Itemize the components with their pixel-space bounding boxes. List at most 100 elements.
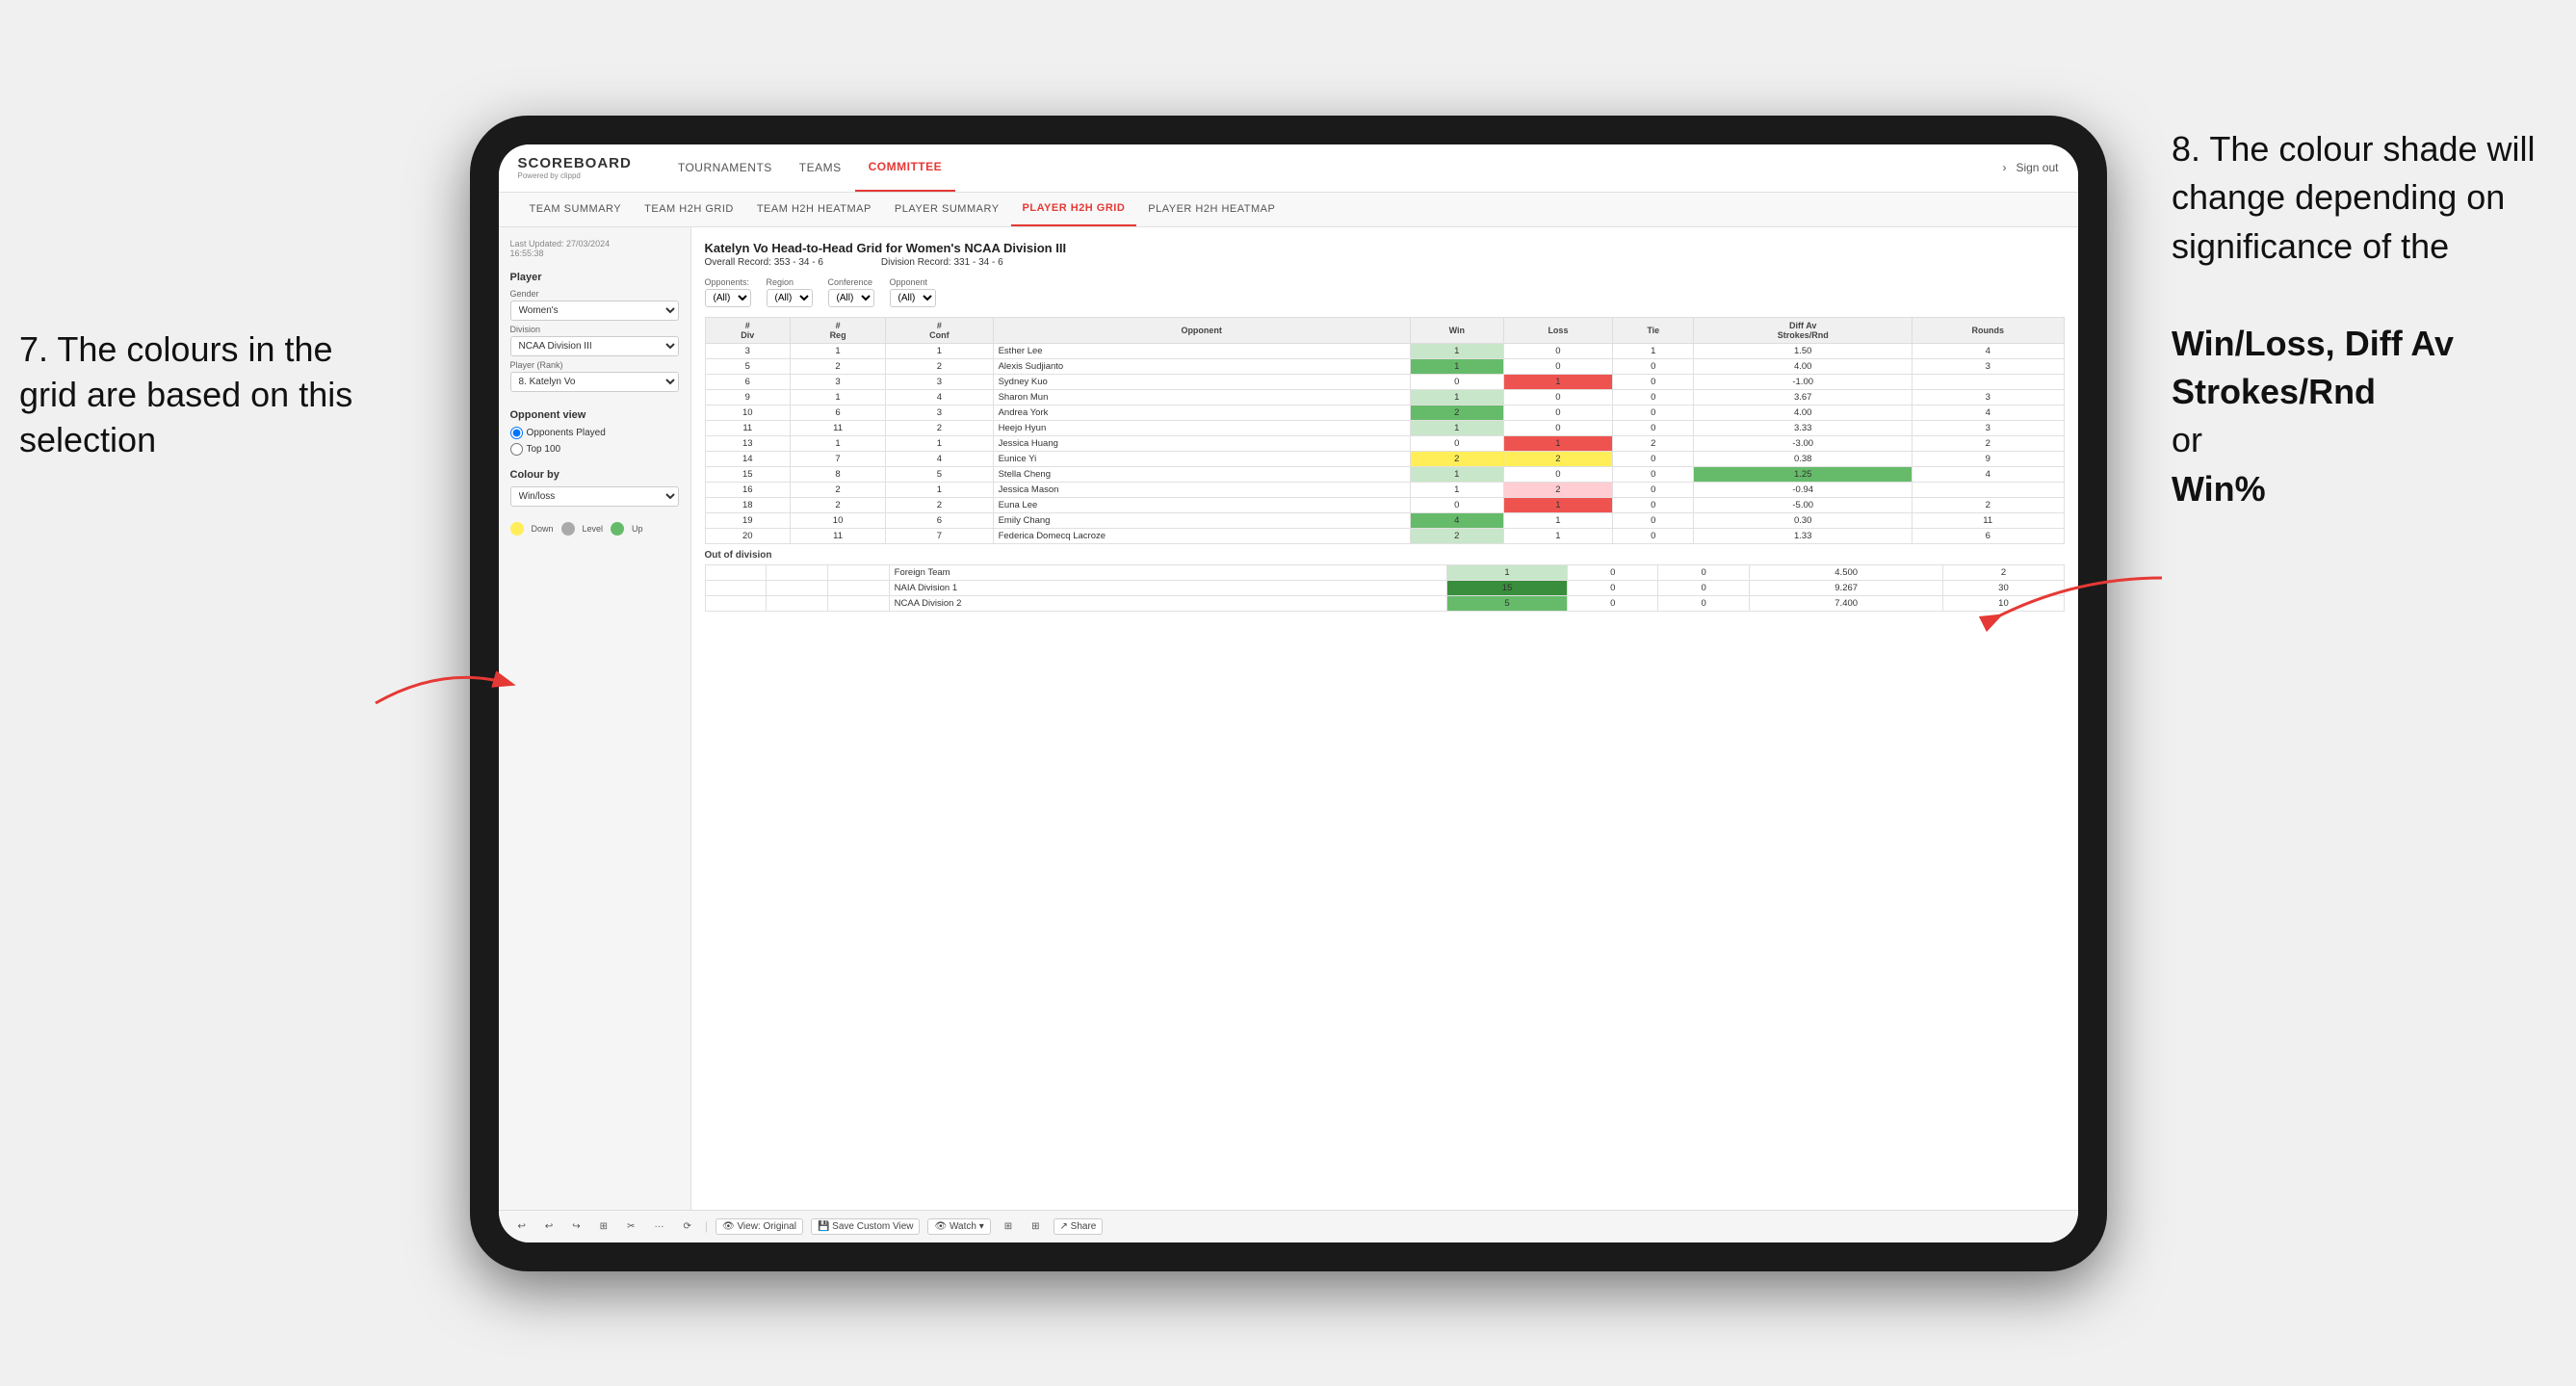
toolbar-share[interactable]: ↗ Share — [1054, 1218, 1104, 1235]
sub-nav-player-h2h-grid[interactable]: PLAYER H2H GRID — [1011, 192, 1137, 226]
table-row: 20117 Federica Domecq Lacroze 2 1 0 1.33… — [705, 528, 2064, 543]
division-record: Division Record: 331 - 34 - 6 — [881, 257, 1003, 268]
division-select[interactable]: NCAA Division III — [510, 336, 679, 356]
sub-nav-player-summary[interactable]: PLAYER SUMMARY — [883, 192, 1011, 226]
out-of-division-header: Out of division — [705, 544, 2065, 564]
table-row: 1474 Eunice Yi 2 2 0 0.38 9 — [705, 451, 2064, 466]
overall-record: Overall Record: 353 - 34 - 6 — [705, 257, 823, 268]
toolbar-sep1: | — [705, 1219, 708, 1233]
gender-select[interactable]: Women's — [510, 301, 679, 321]
nav-tournaments[interactable]: TOURNAMENTS — [664, 144, 786, 193]
table-row: 1585 Stella Cheng 1 0 0 1.25 4 — [705, 466, 2064, 482]
toolbar-save-custom[interactable]: 💾 Save Custom View — [811, 1218, 921, 1235]
table-row: 1822 Euna Lee 0 1 0 -5.00 2 — [705, 497, 2064, 512]
nav-teams[interactable]: TEAMS — [786, 144, 855, 193]
filter-row: Opponents: (All) Region (All) Conference — [705, 277, 2065, 307]
sub-nav-team-h2h-grid[interactable]: TEAM H2H GRID — [633, 192, 745, 226]
col-loss: Loss — [1503, 317, 1612, 343]
toolbar-redo[interactable]: ↪ — [566, 1219, 585, 1234]
bottom-toolbar: ↩ ↩ ↪ ⊞ ✂ ··· ⟳ | 👁 View: Original 💾 Sav… — [499, 1210, 2078, 1242]
logo-sub: Powered by clippd — [518, 171, 636, 180]
legend-label-down: Down — [532, 524, 554, 534]
col-reg: #Reg — [791, 317, 886, 343]
legend-label-up: Up — [632, 524, 643, 534]
table-row: 1621 Jessica Mason 1 2 0 -0.94 — [705, 482, 2064, 497]
filter-conference-select[interactable]: (All) — [828, 289, 874, 307]
toolbar-cut[interactable]: ✂ — [621, 1219, 640, 1234]
nav-committee[interactable]: COMMITTEE — [855, 144, 956, 193]
toolbar-undo[interactable]: ↩ — [512, 1219, 532, 1234]
table-row: 914 Sharon Mun 1 0 0 3.67 3 — [705, 389, 2064, 405]
col-rounds: Rounds — [1912, 317, 2064, 343]
tablet-frame: SCOREBOARD Powered by clippd TOURNAMENTS… — [470, 116, 2107, 1271]
player-rank-select[interactable]: 8. Katelyn Vo — [510, 372, 679, 392]
colour-by-select[interactable]: Win/loss — [510, 486, 679, 507]
sign-out-link[interactable]: Sign out — [2016, 161, 2058, 174]
filter-region-label: Region — [767, 277, 813, 287]
col-conf: #Conf — [886, 317, 993, 343]
filter-opponent-select[interactable]: (All) — [890, 289, 936, 307]
table-row: NAIA Division 1 15 0 0 9.267 30 — [705, 580, 2064, 595]
nav-separator: › — [2002, 161, 2006, 174]
sub-nav-team-h2h-heatmap[interactable]: TEAM H2H HEATMAP — [745, 192, 883, 226]
col-win: Win — [1410, 317, 1503, 343]
filter-opponent: Opponent (All) — [890, 277, 936, 307]
legend-dot-level — [561, 522, 575, 536]
toolbar-grid3[interactable]: ⊞ — [1026, 1219, 1045, 1234]
radio-opponents-played-label: Opponents Played — [527, 428, 606, 438]
left-panel: Last Updated: 27/03/2024 16:55:38 Player… — [499, 227, 691, 1210]
main-content: Last Updated: 27/03/2024 16:55:38 Player… — [499, 227, 2078, 1210]
filter-conference: Conference (All) — [828, 277, 874, 307]
sub-nav: TEAM SUMMARY TEAM H2H GRID TEAM H2H HEAT… — [499, 193, 2078, 227]
annotation-right: 8. The colour shade will change dependin… — [2172, 125, 2557, 513]
table-row: NCAA Division 2 5 0 0 7.400 10 — [705, 595, 2064, 611]
filter-opponents: Opponents: (All) — [705, 277, 751, 307]
filter-opponents-select[interactable]: (All) — [705, 289, 751, 307]
toolbar-refresh[interactable]: ⟳ — [677, 1219, 696, 1234]
toolbar-undo2[interactable]: ↩ — [539, 1219, 559, 1234]
radio-top100[interactable]: Top 100 — [510, 443, 679, 456]
sub-nav-player-h2h-heatmap[interactable]: PLAYER H2H HEATMAP — [1136, 192, 1287, 226]
last-updated: Last Updated: 27/03/2024 16:55:38 — [510, 239, 679, 258]
toolbar-watch[interactable]: 👁 Watch ▾ — [927, 1218, 990, 1235]
out-of-division-table: Foreign Team 1 0 0 4.500 2 NAIA Division… — [705, 564, 2065, 612]
legend-dot-up — [611, 522, 624, 536]
filter-conference-label: Conference — [828, 277, 874, 287]
toolbar-grid[interactable]: ⊞ — [594, 1219, 613, 1234]
grid-records: Overall Record: 353 - 34 - 6 Division Re… — [705, 257, 2065, 268]
logo-wrap: SCOREBOARD Powered by clippd — [518, 155, 636, 180]
division-label: Division — [510, 325, 679, 334]
col-div: #Div — [705, 317, 791, 343]
table-row: 311 Esther Lee 1 0 1 1.50 4 — [705, 343, 2064, 358]
sub-nav-team-summary[interactable]: TEAM SUMMARY — [518, 192, 634, 226]
col-tie: Tie — [1613, 317, 1694, 343]
legend-row: Down Level Up — [510, 522, 679, 536]
radio-top100-label: Top 100 — [527, 444, 561, 455]
main-nav: SCOREBOARD Powered by clippd TOURNAMENTS… — [499, 144, 2078, 193]
table-row: 633 Sydney Kuo 0 1 0 -1.00 — [705, 374, 2064, 389]
main-data-table: #Div #Reg #Conf Opponent Win Loss Tie Di… — [705, 317, 2065, 544]
legend-label-level: Level — [583, 524, 604, 534]
grid-title: Katelyn Vo Head-to-Head Grid for Women's… — [705, 241, 2065, 255]
legend-dot-down — [510, 522, 524, 536]
table-row: 19106 Emily Chang 4 1 0 0.30 11 — [705, 512, 2064, 528]
nav-right: › Sign out — [2002, 161, 2058, 174]
toolbar-view-original[interactable]: 👁 View: Original — [716, 1218, 803, 1235]
filter-opponent-label: Opponent — [890, 277, 936, 287]
toolbar-grid2[interactable]: ⊞ — [999, 1219, 1018, 1234]
filter-region: Region (All) — [767, 277, 813, 307]
opponent-view-title: Opponent view — [510, 409, 679, 421]
colour-by-title: Colour by — [510, 469, 679, 481]
radio-opponents-played[interactable]: Opponents Played — [510, 427, 679, 439]
table-row: 1063 Andrea York 2 0 0 4.00 4 — [705, 405, 2064, 420]
logo: SCOREBOARD — [518, 155, 632, 171]
col-opponent: Opponent — [993, 317, 1410, 343]
filter-region-select[interactable]: (All) — [767, 289, 813, 307]
toolbar-more[interactable]: ··· — [648, 1219, 669, 1234]
annotation-left: 7. The colours in the grid are based on … — [19, 327, 366, 462]
table-row: 11112 Heejo Hyun 1 0 0 3.33 3 — [705, 420, 2064, 435]
table-row: 1311 Jessica Huang 0 1 2 -3.00 2 — [705, 435, 2064, 451]
player-section-title: Player — [510, 272, 679, 283]
gender-label: Gender — [510, 289, 679, 299]
filter-opponents-label: Opponents: — [705, 277, 751, 287]
